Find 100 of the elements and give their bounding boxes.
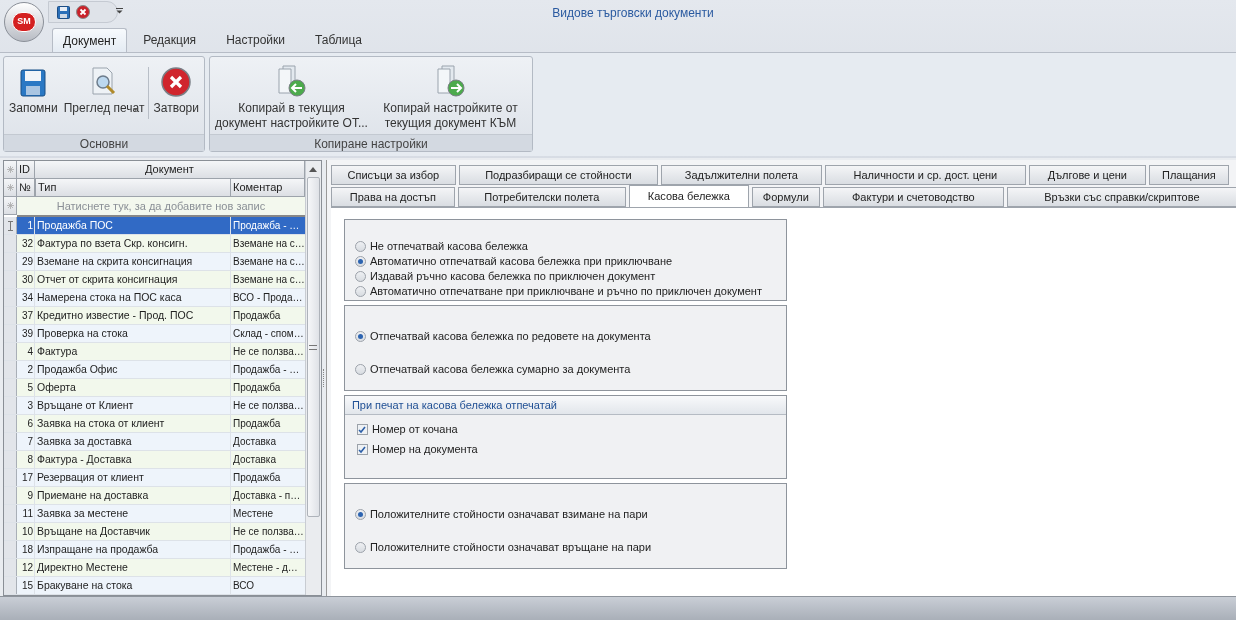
table-cell-text: Доставка [232, 435, 277, 449]
table-cell-text: Доставка - п… [232, 489, 302, 503]
table-row[interactable]: 4 Фактура Не се ползва… [4, 343, 305, 361]
table-row[interactable]: 2 Продажба Офис Продажба - … [4, 361, 305, 379]
ribbon-tab[interactable]: Редакция [129, 28, 211, 52]
ribbon-tab[interactable]: Настройки [212, 28, 299, 52]
table-row[interactable]: 18 Изпращане на продажба Продажба - … [4, 541, 305, 559]
tab[interactable]: Касова бележка [628, 185, 749, 207]
ribbon-button[interactable]: Затвори [151, 63, 201, 116]
table-row[interactable]: 12 Директно Местене Местене - д… [4, 559, 305, 577]
option-label: Положителните стойности означават взимане на пари [369, 507, 648, 523]
tab[interactable]: Дългове и цени [1028, 165, 1146, 185]
radio-button[interactable] [354, 286, 366, 297]
asterisk-icon [6, 202, 14, 209]
option-label: Издавай ръчно касова бележка по приключен документ [369, 269, 656, 285]
table-row[interactable]: 37 Кредитно известие - Прод. ПОС Продажба [4, 307, 305, 325]
table-cell: Кредитно известие - Прод. ПОС [35, 307, 231, 324]
table-row[interactable]: 7 Заявка за доставка Доставка [4, 433, 305, 451]
radio-button[interactable] [354, 241, 366, 252]
ribbon-tab[interactable]: Документ [52, 28, 128, 52]
close-icon[interactable] [76, 5, 90, 19]
radio-button[interactable] [354, 256, 366, 267]
table-cell-text: Продажба [232, 417, 282, 431]
table-cell: 37 [17, 307, 35, 324]
table-row[interactable]: 10 Връщане на Доставчик Не се ползва… [4, 523, 305, 541]
table-row[interactable]: 17 Резервация от клиент Продажба [4, 469, 305, 487]
radio-button[interactable] [354, 331, 366, 342]
ribbon-button[interactable]: Копирай в текущия документ настройките ОТ... [212, 63, 371, 131]
pages-left-arrow-icon [276, 65, 307, 97]
table-cell: Проверка на стока [35, 325, 231, 342]
radio-button[interactable] [354, 364, 366, 375]
table-cell-text: Не се ползва… [232, 525, 305, 539]
table-row[interactable]: 39 Проверка на стока Склад - спом… [4, 325, 305, 343]
checkbox[interactable] [356, 444, 368, 455]
table-cell: Заявка за доставка [35, 433, 231, 450]
app-logo-button[interactable]: SM [4, 2, 44, 42]
tab[interactable]: Подразбиращи се стойности [458, 165, 658, 185]
scroll-thumb[interactable] [306, 177, 320, 517]
tab[interactable]: Права на достъп [330, 187, 455, 207]
radio-button[interactable] [354, 271, 366, 282]
option-label: Номер на документа [371, 442, 478, 458]
table-cell-text: Продажба - … [232, 219, 301, 233]
table-row[interactable]: 15 Бракуване на стока ВСО [4, 577, 305, 595]
tab[interactable]: Формули [751, 187, 820, 207]
table-row[interactable]: 3 Връщане от Клиент Не се ползва… [4, 397, 305, 415]
checkbox[interactable] [356, 424, 368, 435]
table-cell-text: Местене - д… [232, 561, 299, 575]
column-header[interactable]: Тип [35, 179, 231, 197]
band-header[interactable]: Документ [35, 161, 305, 179]
radio-button[interactable] [354, 509, 366, 520]
tab[interactable]: Фактури и счетоводство [822, 187, 1004, 207]
scroll-up-icon[interactable] [309, 166, 318, 172]
tab[interactable]: Наличности и ср. дост. цени [824, 165, 1026, 185]
table-row[interactable]: 9 Приемане на доставка Доставка - п… [4, 487, 305, 505]
table-row[interactable]: 32 Фактура по взета Скр. консигн. Вземане на с… [4, 235, 305, 253]
table-cell: Фактура [35, 343, 231, 360]
table-row[interactable]: 8 Фактура - Доставка Доставка [4, 451, 305, 469]
table-cell: Заявка за местене [35, 505, 231, 522]
table-row[interactable]: 1 Продажба ПОС Продажба - … [4, 217, 305, 235]
tab[interactable]: Връзки със справки/скриптове [1006, 187, 1236, 207]
ribbon-tab[interactable]: Таблица [300, 28, 377, 52]
window-title: Видове търговски документи [552, 5, 714, 22]
customize-menu-icon[interactable] [116, 8, 123, 14]
table-row[interactable]: 34 Намерена стока на ПОС каса ВСО - Прода… [4, 289, 305, 307]
table-cell: Директно Местене [35, 559, 231, 576]
table-cell: 2 [17, 361, 35, 378]
table-cell-text: Вземане на с… [232, 255, 305, 269]
table-cell: Намерена стока на ПОС каса [35, 289, 231, 306]
table-cell: Заявка на стока от клиент [35, 415, 231, 432]
table-row[interactable]: 11 Заявка за местене Местене [4, 505, 305, 523]
table-cell: 4 [17, 343, 35, 360]
table-cell-text: Не се ползва… [232, 345, 305, 359]
tab[interactable]: Списъци за избор [330, 165, 456, 185]
table-cell: 18 [17, 541, 35, 558]
table-cell: Фактура - Доставка [35, 451, 231, 468]
table-cell: 29 [17, 253, 35, 270]
table-cell: 12 [17, 559, 35, 576]
splitter-grip-icon[interactable] [322, 369, 325, 387]
tab[interactable]: Задължителни полета [660, 165, 822, 185]
column-header[interactable]: Коментар [231, 179, 305, 197]
column-header[interactable]: № [17, 179, 35, 197]
table-cell-text: Продажба - … [232, 363, 301, 377]
table-cell: 34 [17, 289, 35, 306]
table-row[interactable]: 29 Вземане на скрита консигнация Вземане на с… [4, 253, 305, 271]
table-cell: 9 [17, 487, 35, 504]
table-row[interactable]: 6 Заявка на стока от клиент Продажба [4, 415, 305, 433]
save-icon[interactable] [57, 5, 70, 19]
option-label: Автоматично отпечатване при приключване и ръчно по приключен документ [369, 284, 762, 300]
table-row[interactable]: 30 Отчет от скрита консигнация Вземане на с… [4, 271, 305, 289]
ribbon-button[interactable]: Запомни [7, 63, 60, 116]
tab[interactable]: Плащания [1148, 165, 1229, 185]
radio-button[interactable] [354, 542, 366, 553]
tab[interactable]: Потребителски полета [457, 187, 626, 207]
table-cell: Вземане на скрита консигнация [35, 253, 231, 270]
column-header[interactable]: ID [17, 161, 35, 179]
group-title: При печат на касова бележка отпечатай [344, 396, 786, 415]
ribbon-button[interactable]: Копирай настройките от текущия документ КЪМ [371, 63, 530, 131]
table-row[interactable]: 5 Оферта Продажба [4, 379, 305, 397]
table-cell: Връщане на Доставчик [35, 523, 231, 540]
table-cell: Връщане от Клиент [35, 397, 231, 414]
